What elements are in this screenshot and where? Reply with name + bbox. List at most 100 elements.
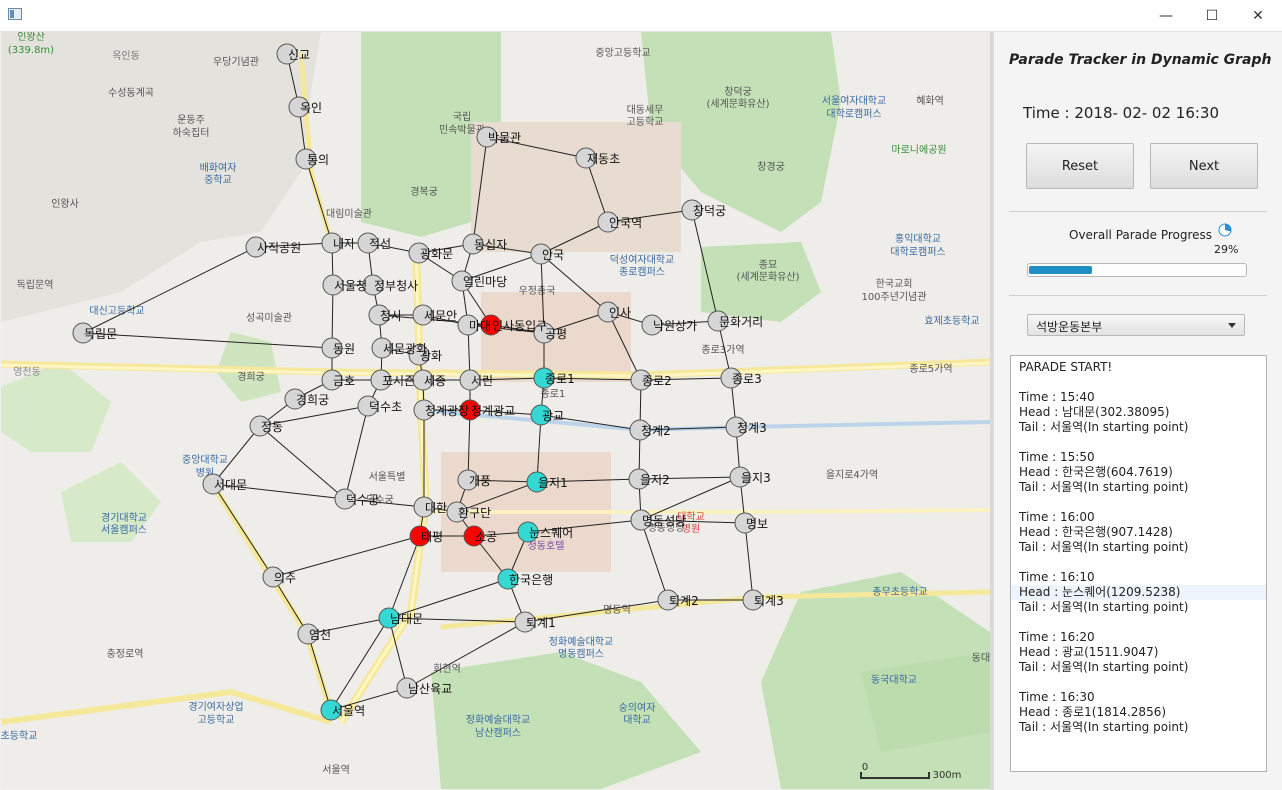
graph-node-label: 환구단 — [458, 506, 491, 520]
graph-node-label: 내자 — [333, 237, 355, 251]
parade-select[interactable]: 석방운동본부 — [1027, 314, 1245, 336]
graph-node-label: 경희궁 — [296, 393, 329, 407]
map-landmark-label: 창덕궁 — [724, 86, 752, 98]
log-head-line: Head : 광교(1511.9047) — [1019, 645, 1159, 659]
parade-log[interactable]: PARADE START! Time : 15:40 Head : 남대문(302… — [1010, 355, 1267, 772]
graph-node-label: 을지1 — [538, 476, 568, 490]
maximize-button[interactable]: ☐ — [1189, 0, 1235, 31]
map-landmark-label: 충정로역 — [107, 648, 144, 660]
progress-pie-icon — [1218, 223, 1232, 237]
map-landmark-label: 서울역 — [322, 764, 350, 776]
map-landmark-label: 동국대학교 — [871, 674, 917, 686]
log-head-line: Head : 남대문(302.38095) — [1019, 405, 1170, 419]
separator — [1009, 211, 1267, 212]
graph-node-label: 안국역 — [609, 216, 642, 230]
map-landmark-label: 대림미술관 — [326, 208, 372, 220]
graph-node-label: 을지2 — [640, 473, 670, 487]
graph-node-label: 청계2 — [641, 424, 671, 438]
map-landmark-label: 고등학교 — [198, 714, 235, 726]
map-landmark-label: 종묘 — [759, 259, 777, 271]
graph-node-label: 종로3 — [732, 372, 762, 386]
map-landmark-label: 정화예술대학교 — [466, 714, 530, 726]
graph-node-label: 세종 — [424, 374, 446, 388]
map-landmark-label: 배화여자 — [200, 162, 237, 174]
graph-node-label: 대한 — [425, 501, 447, 515]
map-landmark-label: 초등학교 — [1, 730, 37, 742]
graph-node-label: 남대문 — [390, 612, 423, 626]
map-landmark-label: 대학교 — [623, 714, 651, 726]
log-time-line: Time : 16:20 — [1019, 630, 1095, 644]
map-landmark-label: 덕성여자대학교 — [610, 254, 674, 266]
graph-node-label: 눈스퀘어 — [529, 526, 573, 540]
window-titlebar: — ☐ ✕ — [0, 0, 1282, 32]
graph-node-label: 세문안 — [424, 309, 457, 323]
control-panel: Parade Tracker in Dynamic Graph Time : 2… — [994, 32, 1282, 790]
map-landmark-label: 중앙고등학교 — [595, 47, 650, 59]
log-time-line: Time : 16:00 — [1019, 510, 1095, 524]
map-landmark-label: 대동세무 — [627, 104, 664, 116]
map-landmark-label: 100주년기념관 — [861, 291, 926, 303]
map-landmark-label: 동대 — [972, 652, 990, 664]
map-canvas: 인왕산(339.8m)옥인동우당기념관수성동계곡중앙고등학교국립민속박물관운동주… — [1, 32, 990, 789]
map-landmark-label: 종로1 — [541, 388, 566, 400]
map-landmark-label: 영천동 — [13, 366, 41, 378]
map-landmark-label: 중학교 — [204, 174, 232, 186]
graph-node-label: 안국 — [542, 248, 564, 262]
map-landmark-label: 성곡미술관 — [246, 312, 292, 324]
close-button[interactable]: ✕ — [1235, 0, 1281, 31]
map-landmark-label: 한국교회 — [876, 278, 913, 290]
log-head-line: Head : 종로1(1814.2856) — [1019, 705, 1167, 719]
graph-node-label: 청계광장 — [425, 404, 469, 418]
graph-node-label: 신교 — [288, 48, 310, 62]
graph-node-label: 염천 — [309, 627, 331, 642]
graph-node-label: 개풍 — [469, 474, 491, 488]
map-landmark-label: 인왕산 — [17, 32, 45, 43]
graph-node-label: 청사 — [380, 309, 402, 323]
graph-node-label: 포시즌 — [382, 374, 415, 388]
map-landmark-label: 중앙대학교 — [182, 454, 228, 466]
map-landmark-label: 경복궁 — [410, 185, 438, 198]
graph-node-label: 마대 — [469, 319, 491, 333]
log-tail-line: Tail : 서울역(In starting point) — [1019, 480, 1189, 494]
map-landmark-label: 남산캠퍼스 — [475, 727, 521, 739]
map-landmark-label: 우당기념관 — [213, 56, 259, 68]
reset-button[interactable]: Reset — [1026, 143, 1134, 189]
log-tail-line: Tail : 서울역(In starting point) — [1019, 600, 1189, 614]
log-time-line: Time : 16:30 — [1019, 690, 1095, 704]
map-landmark-label: 명동역 — [603, 604, 631, 616]
map-landmark-label: 대학로캠퍼스 — [826, 108, 881, 120]
graph-node-label: 소공 — [475, 530, 497, 544]
graph-node-label: 퇴계1 — [526, 616, 556, 630]
map-landmark-label: (세계문화유산) — [706, 98, 769, 110]
graph-node-label: 박물관 — [488, 131, 521, 145]
log-tail-line: Tail : 서울역(In starting point) — [1019, 420, 1189, 434]
graph-node-label: 청계광교 — [471, 404, 515, 418]
parade-log-body: PARADE START! Time : 15:40 Head : 남대문(302… — [1011, 360, 1266, 735]
map-landmark-label: 국립 — [453, 110, 471, 123]
graph-node-label: 독립문 — [84, 327, 117, 341]
map-landmark-label: 을지로4가역 — [826, 469, 878, 481]
graph-node-label: 종로1 — [545, 372, 575, 386]
map-landmark-label: 종로캠퍼스 — [619, 266, 665, 278]
map-landmark-label: 효제초등학교 — [924, 315, 979, 327]
graph-node-label: 광화 — [420, 349, 442, 363]
progress-label: Overall Parade Progress — [1069, 228, 1213, 242]
time-value: 2018- 02- 02 16:30 — [1074, 104, 1220, 122]
map-landmark-label: 혜화역 — [916, 95, 944, 107]
graph-node-label: 통의 — [307, 153, 329, 167]
next-button[interactable]: Next — [1150, 143, 1258, 189]
map-landmark-label: 서울특별 — [369, 471, 406, 483]
map-landmark-label: 하숙집터 — [173, 126, 210, 139]
graph-node-label: 공평 — [545, 327, 567, 341]
graph-node-label: 을지3 — [741, 471, 771, 485]
map-view[interactable]: 인왕산 (339.8m) 옥인동 우당기념관 수성동계곡 중앙고등학교 국립 민속박물관 운동주… — [1, 32, 990, 789]
graph-node-label: 낙원상가 — [653, 319, 697, 333]
separator — [1009, 295, 1267, 296]
map-landmark-label: 300m — [933, 770, 962, 781]
log-header: PARADE START! — [1019, 360, 1113, 374]
minimize-button[interactable]: — — [1143, 0, 1189, 31]
graph-node-label: 광교 — [542, 409, 564, 423]
graph-node-label: 재동초 — [587, 152, 620, 166]
graph-node-label: 명보 — [746, 517, 768, 531]
graph-node-label: 인사 — [609, 306, 631, 320]
